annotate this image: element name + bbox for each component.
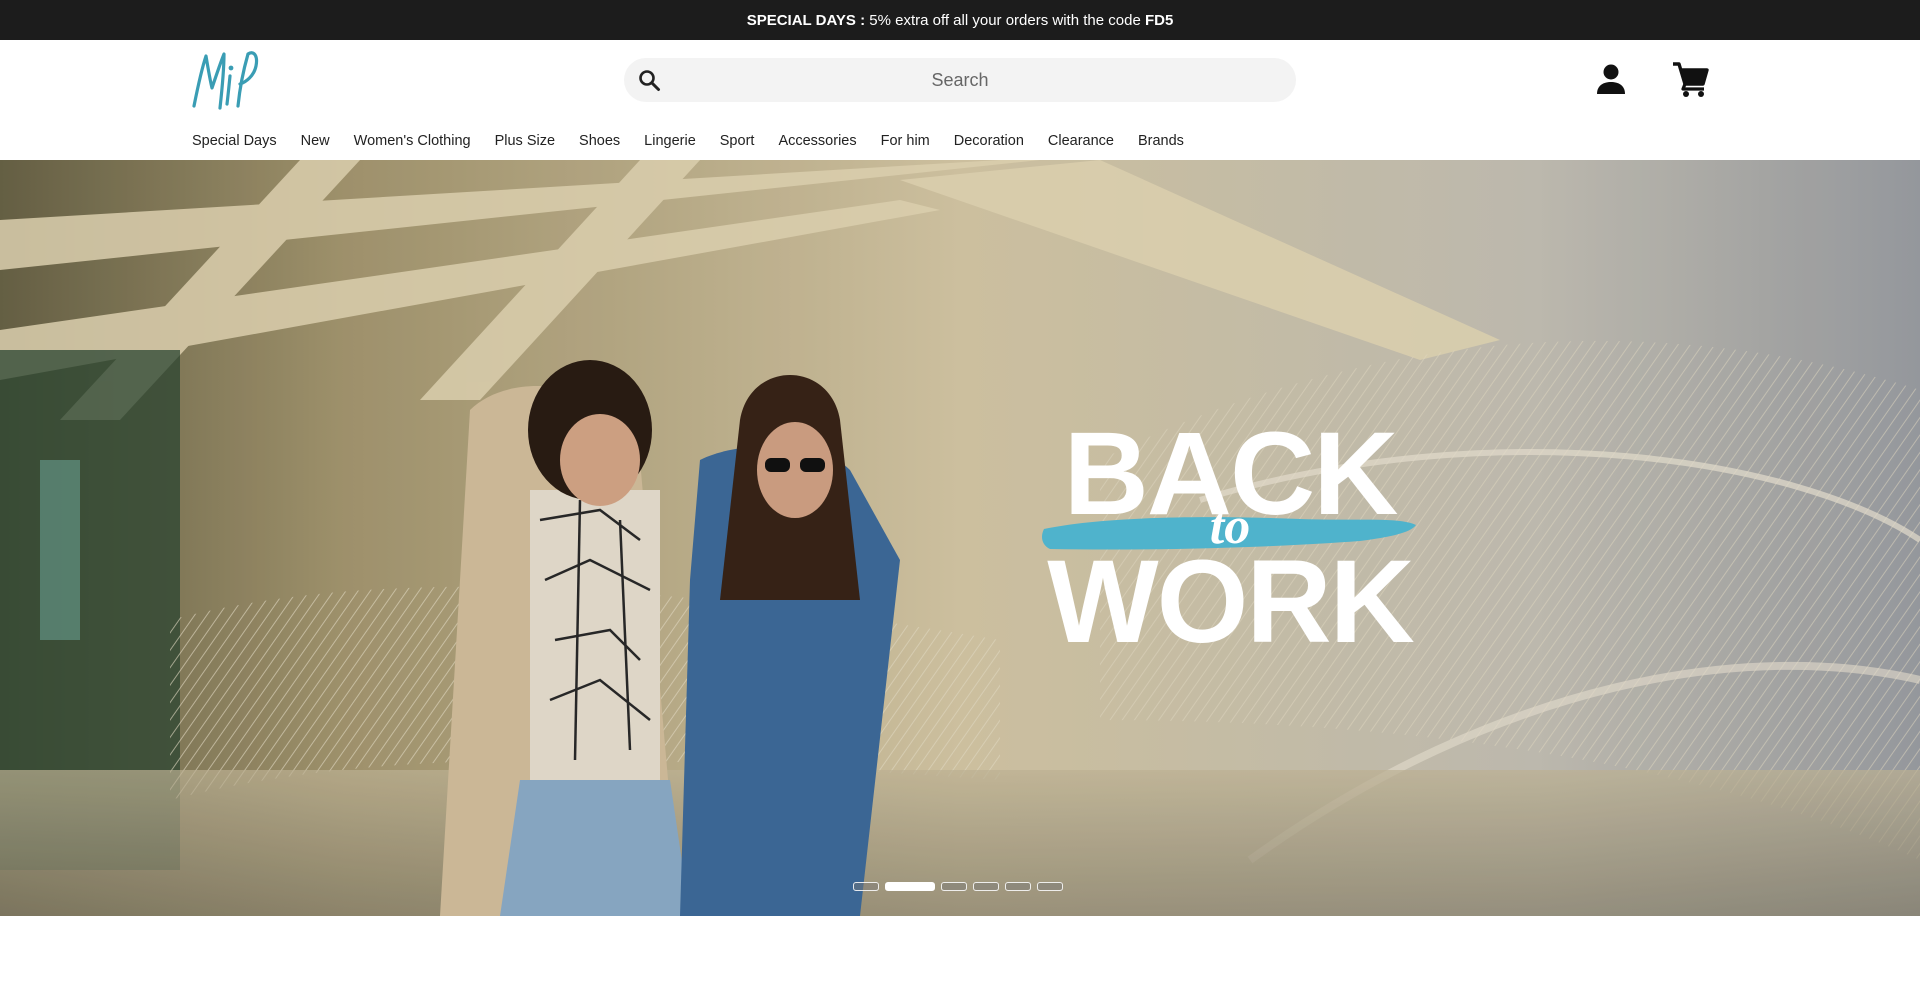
- main-nav: Special Days New Women's Clothing Plus S…: [192, 130, 1208, 152]
- carousel-dot[interactable]: [853, 882, 879, 891]
- carousel-dots: [853, 882, 1063, 894]
- carousel-dot[interactable]: [973, 882, 999, 891]
- hero-image: [0, 160, 1920, 916]
- cart-icon[interactable]: [1671, 60, 1709, 98]
- search-bar: [624, 58, 1296, 102]
- site-header: Special Days New Women's Clothing Plus S…: [0, 40, 1920, 160]
- promo-label: SPECIAL DAYS :: [746, 11, 866, 29]
- promo-bar: SPECIAL DAYS : 5% extra off all your ord…: [0, 0, 1920, 40]
- carousel-dot[interactable]: [1005, 882, 1031, 891]
- nav-item-sport[interactable]: Sport: [720, 133, 755, 149]
- nav-item-plus-size[interactable]: Plus Size: [495, 133, 555, 149]
- hero-headline: BACK to WORK: [1000, 415, 1460, 661]
- nav-item-decoration[interactable]: Decoration: [954, 133, 1024, 149]
- search-icon[interactable]: [637, 68, 661, 92]
- headline-work: WORK: [1047, 536, 1415, 668]
- nav-item-clearance[interactable]: Clearance: [1048, 133, 1114, 149]
- nav-item-lingerie[interactable]: Lingerie: [644, 133, 696, 149]
- nav-item-accessories[interactable]: Accessories: [778, 133, 856, 149]
- nav-item-shoes[interactable]: Shoes: [579, 133, 620, 149]
- account-icon[interactable]: [1594, 62, 1628, 96]
- nav-item-brands[interactable]: Brands: [1138, 133, 1184, 149]
- carousel-dot[interactable]: [1037, 882, 1063, 891]
- nav-item-special-days[interactable]: Special Days: [192, 133, 277, 149]
- nav-item-for-him[interactable]: For him: [881, 133, 930, 149]
- carousel-dot-active[interactable]: [885, 882, 935, 891]
- promo-text: 5% extra off all your orders with the co…: [869, 11, 1141, 29]
- search-input[interactable]: [624, 58, 1296, 102]
- nav-item-womens-clothing[interactable]: Women's Clothing: [354, 133, 471, 149]
- promo-code: FD5: [1144, 11, 1174, 29]
- hero-banner[interactable]: BACK to WORK: [0, 160, 1920, 916]
- brand-logo[interactable]: [190, 46, 260, 116]
- carousel-dot[interactable]: [941, 882, 967, 891]
- nav-item-new[interactable]: New: [301, 133, 330, 149]
